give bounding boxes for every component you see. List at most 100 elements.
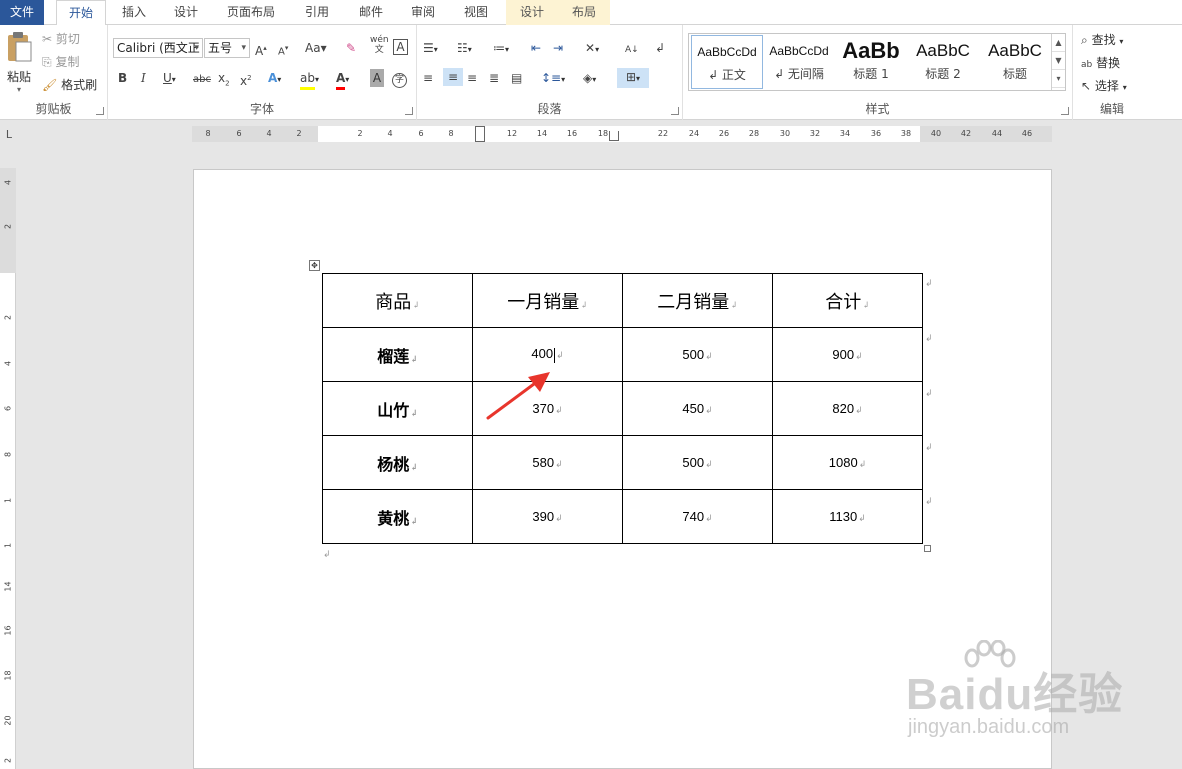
change-case-button[interactable]: Aa▾ (305, 39, 327, 57)
table-cell[interactable]: 900↲ (772, 327, 923, 382)
right-indent-marker-icon[interactable] (609, 131, 619, 141)
table-cell[interactable]: 740↲ (622, 489, 773, 544)
table-cell[interactable]: 580↲ (472, 435, 623, 490)
align-right-button[interactable]: ≡ (467, 69, 477, 87)
font-size-select[interactable]: 五号 (204, 38, 250, 58)
style-normal[interactable]: AaBbCcDd ↲ 正文 (691, 35, 763, 89)
font-dialog-launcher[interactable] (405, 107, 413, 115)
character-border-button[interactable]: A (393, 38, 408, 56)
multilevel-list-button[interactable]: ≔▾ (493, 39, 509, 59)
table-resize-handle-icon[interactable] (924, 545, 931, 552)
paragraph-mark-icon: ↲ (323, 550, 331, 560)
row-end-mark-icon: ↲ (925, 279, 933, 289)
clipboard-dialog-launcher[interactable] (96, 107, 104, 115)
style-no-spacing[interactable]: AaBbCcDd ↲ 无间隔 (763, 35, 835, 89)
strikethrough-button[interactable]: abc (193, 69, 211, 89)
tab-home[interactable]: 开始 (56, 0, 106, 26)
tab-review[interactable]: 审阅 (402, 0, 444, 25)
table-cell[interactable]: 390↲ (472, 489, 623, 544)
grow-font-icon: A▴ (255, 44, 267, 58)
tab-references[interactable]: 引用 (296, 0, 338, 25)
italic-button[interactable]: I (141, 69, 146, 87)
row-end-mark-icon: ↲ (925, 497, 933, 507)
style-title[interactable]: AaBbC 标题 (979, 35, 1051, 89)
superscript-button[interactable]: x2 (240, 69, 252, 90)
phonetic-guide-button[interactable]: wén 文 (370, 35, 389, 57)
underline-button[interactable]: U▾ (163, 69, 176, 89)
tab-table-layout[interactable]: 布局 (558, 0, 610, 25)
tab-page-layout[interactable]: 页面布局 (220, 0, 282, 25)
table-move-handle-icon[interactable]: ✥ (309, 260, 320, 271)
tab-stop-selector[interactable]: L (2, 128, 16, 142)
table-cell[interactable]: 450↲ (622, 381, 773, 436)
character-border-icon: A (393, 39, 408, 55)
ruler-tick: 20 (3, 715, 13, 726)
increase-indent-button[interactable]: ⇥ (553, 39, 563, 57)
styles-more-icon[interactable]: ▾ (1052, 70, 1065, 88)
font-color-button[interactable]: A▾ (336, 69, 349, 90)
style-heading-1[interactable]: AaBb 标题 1 (835, 35, 907, 89)
sort-button[interactable]: A↓ (625, 39, 639, 59)
tab-design[interactable]: 设计 (164, 0, 208, 25)
format-painter-button[interactable]: 🖌 格式刷 (42, 76, 97, 94)
show-marks-button[interactable]: ↲ (655, 39, 665, 57)
shrink-font-button[interactable]: A▾ (278, 39, 288, 61)
grow-font-button[interactable]: A▴ (255, 39, 267, 60)
styles-gallery: AaBbCcDd ↲ 正文 AaBbCcDd ↲ 无间隔 AaBb 标题 1 A… (688, 33, 1066, 91)
paste-button[interactable]: 粘贴 ▾ (4, 31, 34, 94)
table-header-cell[interactable]: 一月销量↲ (472, 273, 623, 328)
table-cell[interactable]: 1080↲ (772, 435, 923, 490)
enclose-characters-button[interactable]: 字 (392, 69, 407, 88)
chinese-layout-button[interactable]: ✕▾ (585, 39, 599, 59)
bullets-button[interactable]: ☰▾ (423, 39, 438, 59)
align-center-button[interactable]: ≡ (443, 68, 463, 86)
table-header-cell[interactable]: 合计↲ (772, 273, 923, 328)
paste-dropdown-icon[interactable]: ▾ (4, 86, 34, 94)
table-cell[interactable]: 杨桃↲ (322, 435, 473, 490)
tab-file[interactable]: 文件 (0, 0, 44, 25)
borders-button[interactable]: ⊞▾ (617, 68, 649, 88)
clear-formatting-button[interactable]: ✎ (346, 39, 356, 57)
shading-button[interactable]: ◈▾ (583, 69, 596, 89)
bold-button[interactable]: B (118, 69, 127, 87)
justify-button[interactable]: ≣ (489, 69, 499, 87)
styles-dialog-launcher[interactable] (1061, 107, 1069, 115)
table-header-cell[interactable]: 商品↲ (322, 273, 473, 328)
styles-scroll-up-icon[interactable]: ▲ (1052, 34, 1065, 52)
subscript-button[interactable]: x2 (218, 69, 230, 92)
table-cell[interactable]: 500↲ (622, 327, 773, 382)
cell-end-mark-icon: ↲ (412, 300, 420, 311)
table-cell[interactable]: 820↲ (772, 381, 923, 436)
highlight-color-button[interactable]: ab▾ (300, 69, 319, 90)
table-cell[interactable]: 黄桃↲ (322, 489, 473, 544)
text-effects-button[interactable]: A▾ (268, 69, 281, 89)
table-cell[interactable]: 榴莲↲ (322, 327, 473, 382)
table-cell[interactable]: 山竹↲ (322, 381, 473, 436)
numbering-button[interactable]: ☷▾ (457, 39, 472, 59)
copy-button[interactable]: ⎘ 复制 (42, 53, 79, 71)
character-shading-button[interactable]: A (370, 69, 384, 87)
tab-table-design[interactable]: 设计 (506, 0, 558, 25)
distributed-button[interactable]: ▤ (511, 69, 522, 87)
decrease-indent-button[interactable]: ⇤ (531, 39, 541, 57)
font-name-select[interactable]: Calibri (西文正 (113, 38, 203, 58)
tab-insert[interactable]: 插入 (112, 0, 156, 25)
table-cell[interactable]: 1130↲ (772, 489, 923, 544)
replace-button[interactable]: ab 替换 (1081, 54, 1120, 74)
line-spacing-button[interactable]: ↕≡▾ (541, 69, 565, 89)
ruler-tick: 1 (3, 542, 13, 549)
styles-scroll-down-icon[interactable]: ▼ (1052, 52, 1065, 70)
table-header-cell[interactable]: 二月销量↲ (622, 273, 773, 328)
paragraph-dialog-launcher[interactable] (671, 107, 679, 115)
select-button[interactable]: ↖ 选择 ▾ (1081, 77, 1127, 97)
tab-mailings[interactable]: 邮件 (350, 0, 392, 25)
align-left-button[interactable]: ≡ (423, 69, 433, 87)
style-no-spacing-sample: AaBbCcDd (769, 44, 829, 58)
indent-marker-icon[interactable] (475, 126, 485, 142)
tab-view[interactable]: 视图 (454, 0, 498, 25)
table-cell[interactable]: 500↲ (622, 435, 773, 490)
cut-button[interactable]: ✂ 剪切 (42, 30, 80, 48)
sales-table[interactable]: 商品↲ 一月销量↲ 二月销量↲ 合计↲ 榴莲↲ 400 ↲ 500↲ 900↲ 山… (322, 273, 923, 544)
style-heading-2[interactable]: AaBbC 标题 2 (907, 35, 979, 89)
find-button[interactable]: ⌕ 查找 ▾ (1081, 31, 1123, 51)
